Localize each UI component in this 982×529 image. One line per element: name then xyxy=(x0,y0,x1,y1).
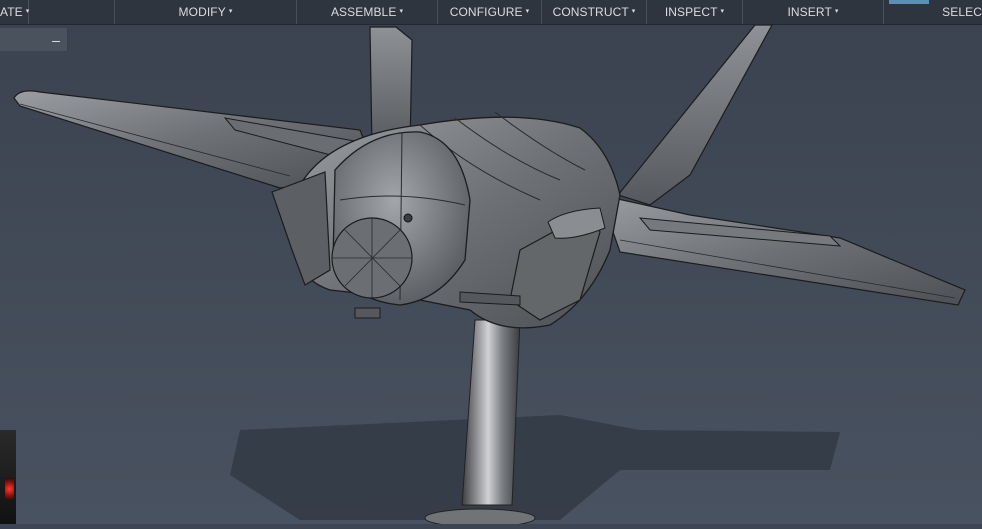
chevron-down-icon: ▾ xyxy=(720,8,725,15)
toolbar: ATE ▾ MODIFY ▾ ASSEMBLE ▾ CONFIGURE ▾ CONSTR… xyxy=(0,0,982,25)
menu-assemble[interactable]: ASSEMBLE ▾ xyxy=(297,0,438,24)
3d-viewport[interactable] xyxy=(0,24,982,528)
menu-inspect[interactable]: INSPECT ▾ xyxy=(647,0,743,24)
chevron-down-icon: ▾ xyxy=(228,8,233,15)
browser-panel-header: – xyxy=(0,28,68,51)
menu-configure[interactable]: CONFIGURE ▾ xyxy=(438,0,542,24)
collapse-icon[interactable]: – xyxy=(45,32,67,48)
chevron-down-icon: ▾ xyxy=(631,8,636,15)
chevron-down-icon: ▾ xyxy=(25,8,30,15)
chevron-down-icon: ▾ xyxy=(399,8,404,15)
menu-insert[interactable]: INSERT ▾ xyxy=(743,0,884,24)
menu-modify[interactable]: MODIFY ▾ xyxy=(115,0,297,24)
chevron-down-icon: ▾ xyxy=(834,8,839,15)
menu-construct[interactable]: CONSTRUCT ▾ xyxy=(542,0,647,24)
chevron-down-icon: ▾ xyxy=(525,8,530,15)
toolbar-highlight-button[interactable] xyxy=(889,0,929,4)
thumbnail-image xyxy=(0,430,16,524)
jet-model-canvas[interactable] xyxy=(0,24,982,528)
menu-create[interactable]: ATE ▾ xyxy=(0,0,29,24)
menu-spacer xyxy=(29,0,115,24)
